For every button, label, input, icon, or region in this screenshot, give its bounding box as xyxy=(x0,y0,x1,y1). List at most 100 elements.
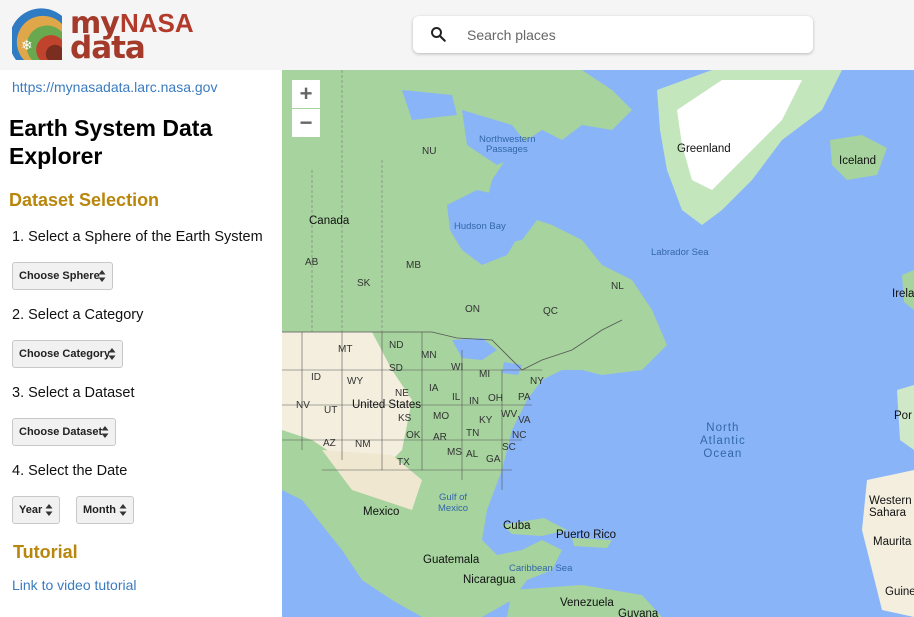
month-select-value: Month xyxy=(83,504,116,516)
search-icon[interactable] xyxy=(429,25,447,43)
map-label-nv: NV xyxy=(296,400,310,411)
category-select[interactable]: Choose Category xyxy=(12,340,123,368)
year-select[interactable]: Year xyxy=(12,496,60,524)
map-label-nl: NL xyxy=(611,281,624,292)
map-label-pa: PA xyxy=(518,392,531,403)
map-label-gulf-mexico: Mexico xyxy=(438,503,469,514)
map-label-hudson-bay: Hudson Bay xyxy=(454,221,506,232)
map-label-mexico: Mexico xyxy=(363,506,400,518)
zoom-out-button[interactable]: − xyxy=(292,109,320,137)
map-label-western: Western xyxy=(869,495,912,507)
dataset-select[interactable]: Choose Dataset xyxy=(12,418,116,446)
map-label-mt: MT xyxy=(338,344,353,355)
map-label-ky: KY xyxy=(479,415,493,426)
map-label-wy: WY xyxy=(347,376,364,387)
map-label-va: VA xyxy=(518,415,531,426)
page-title: Earth System Data Explorer xyxy=(9,114,269,170)
video-tutorial-link[interactable]: Link to video tutorial xyxy=(12,577,137,593)
svg-text:❄: ❄ xyxy=(21,38,33,54)
zoom-in-button[interactable]: + xyxy=(292,80,320,108)
page-title-line1: Earth System Data xyxy=(9,115,213,141)
map-label-mn: MN xyxy=(421,350,437,361)
map-label-ks: KS xyxy=(398,413,412,424)
map-label-ms: MS xyxy=(447,447,462,458)
sphere-select[interactable]: Choose Sphere xyxy=(12,262,113,290)
map-label-qc: QC xyxy=(543,306,558,317)
year-select-value: Year xyxy=(19,504,43,516)
step1-label: 1. Select a Sphere of the Earth System xyxy=(12,229,263,245)
map-label-guinea: Guine xyxy=(885,586,914,598)
page-title-line2: Explorer xyxy=(9,143,103,169)
map-label-nd: ND xyxy=(389,340,404,351)
site-url-link[interactable]: https://mynasadata.larc.nasa.gov xyxy=(12,79,217,95)
month-select[interactable]: Month xyxy=(76,496,134,524)
map-label-guatemala: Guatemala xyxy=(423,554,480,566)
logo-word-data: data xyxy=(70,30,146,66)
map-label-mo: MO xyxy=(433,411,450,422)
map-label-ab: AB xyxy=(305,257,319,268)
map-label-wv: WV xyxy=(501,409,518,420)
map-label-ga: GA xyxy=(486,454,501,465)
map-label-tx: TX xyxy=(397,457,410,468)
map-label-in: IN xyxy=(469,396,479,407)
map-label-ny: NY xyxy=(530,376,544,387)
app-header: ❄ my NASA data xyxy=(0,0,914,70)
select-arrows-icon xyxy=(98,270,106,282)
map-label-ar: AR xyxy=(433,432,447,443)
map-label-ireland: Irela xyxy=(892,288,914,300)
map-view[interactable]: + − Greenland Iceland Irela Canada NU No… xyxy=(282,70,914,617)
map-label-guyana: Guyana xyxy=(618,608,659,617)
tutorial-heading: Tutorial xyxy=(13,542,78,562)
dataset-selection-heading: Dataset Selection xyxy=(9,190,160,210)
map-label-id: ID xyxy=(311,372,321,383)
map-label-iceland: Iceland xyxy=(839,155,877,167)
map-label-wi: WI xyxy=(451,362,464,373)
map-label-portugal: Por xyxy=(894,410,912,422)
map-label-gulf-of: Gulf of xyxy=(439,492,468,503)
logo-arc-icon: ❄ xyxy=(12,8,62,61)
map-label-sahara: Sahara xyxy=(869,507,907,519)
step2-label: 2. Select a Category xyxy=(12,307,144,323)
map-label-az: AZ xyxy=(323,438,336,449)
category-select-value: Choose Category xyxy=(19,348,111,360)
map-label-venezuela: Venezuela xyxy=(560,597,614,609)
sphere-select-value: Choose Sphere xyxy=(19,270,100,282)
map-label-nm: NM xyxy=(355,439,371,450)
dataset-select-value: Choose Dataset xyxy=(19,426,103,438)
map-label-western-sahara: Western Sahara xyxy=(869,495,912,519)
map-label-canada: Canada xyxy=(309,215,350,227)
mynasadata-logo[interactable]: ❄ my NASA data xyxy=(12,6,202,66)
map-label-ne: NE xyxy=(395,388,409,399)
map-label-north: North xyxy=(706,422,740,434)
map-label-ia: IA xyxy=(429,383,439,394)
map-label-nu: NU xyxy=(422,146,437,157)
map-label-mb: MB xyxy=(406,260,421,271)
search-box xyxy=(413,16,813,53)
map-label-north-atlantic: North Atlantic Ocean xyxy=(700,422,746,461)
select-arrows-icon xyxy=(119,504,127,516)
map-label-labrador-sea: Labrador Sea xyxy=(651,247,709,258)
select-arrows-icon xyxy=(45,504,53,516)
map-label-passages: Passages xyxy=(486,144,528,155)
map-label-il: IL xyxy=(452,392,461,403)
map-label-nc: NC xyxy=(512,430,527,441)
map-label-ocean: Ocean xyxy=(703,448,743,460)
map-label-on: ON xyxy=(465,304,480,315)
select-arrows-icon xyxy=(108,348,116,360)
map-label-sk: SK xyxy=(357,278,371,289)
map-label-greenland: Greenland xyxy=(677,143,731,155)
map-label-ok: OK xyxy=(406,430,421,441)
map-label-tn: TN xyxy=(466,428,480,439)
map-label-al: AL xyxy=(466,449,479,460)
step4-label: 4. Select the Date xyxy=(12,463,128,479)
step3-label: 3. Select a Dataset xyxy=(12,385,135,401)
sidebar-panel: https://mynasadata.larc.nasa.gov Earth S… xyxy=(0,70,282,617)
search-places-input[interactable] xyxy=(467,22,797,47)
map-label-cuba: Cuba xyxy=(503,520,531,532)
map-label-puerto-rico: Puerto Rico xyxy=(556,529,617,541)
map-label-gulf-of-mexico: Gulf of Mexico xyxy=(438,492,468,514)
map-label-sd: SD xyxy=(389,363,403,374)
select-arrows-icon xyxy=(101,426,109,438)
map-label-oh: OH xyxy=(488,393,503,404)
map-label-united-states: United States xyxy=(352,399,422,411)
